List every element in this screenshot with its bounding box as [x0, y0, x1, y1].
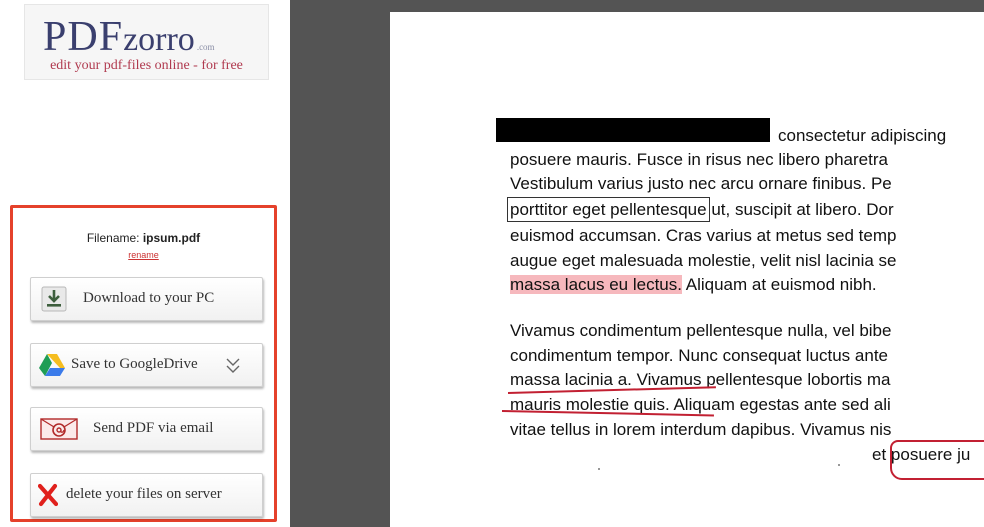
doc-p2-line2: condimentum tempor. Nunc consequat luctu… [510, 346, 888, 365]
pdf-viewer[interactable]: consectetur adipiscing posuere mauris. F… [290, 0, 984, 527]
doc-p2-line4-rest: Aliquam egestas ante sed ali [669, 395, 891, 414]
scan-speck [838, 464, 840, 466]
pdfzorro-logo[interactable]: PDFzorro .com edit your pdf-files online … [24, 4, 269, 80]
download-to-pc-button[interactable]: Download to your PC [30, 277, 263, 321]
logo-tagline: edit your pdf-files online - for free [50, 58, 243, 73]
email-button-label: Send PDF via email [93, 420, 214, 436]
red-x-icon [38, 483, 58, 507]
doc-p1-line3: Vestibulum varius justo nec arcu ornare … [510, 174, 892, 193]
download-arrow-icon [41, 286, 67, 312]
filename-line: Filename: ipsum.pdf [13, 231, 274, 245]
pen-circle-annotation[interactable] [890, 440, 984, 480]
email-envelope-icon [40, 418, 78, 440]
delete-files-on-server-button[interactable]: delete your files on server [30, 473, 263, 517]
doc-p1-line7-rest: Aliquam at euismod nibh. [681, 275, 877, 294]
sidebar: PDFzorro .com edit your pdf-files online … [0, 0, 290, 527]
drive-button-label: Save to GoogleDrive [71, 356, 198, 372]
doc-p2-line6-lead: et [872, 445, 891, 464]
doc-p1-line5: euismod accumsan. Cras varius at metus s… [510, 226, 897, 245]
redaction-box[interactable] [496, 118, 770, 142]
rename-link[interactable]: rename [13, 250, 274, 260]
doc-p1-line4-rest: ut, suscipit at libero. Dor [706, 200, 894, 219]
logo-wordmark: PDFzorro .com [43, 13, 215, 61]
doc-p1-line4: porttitor eget pellentesque ut, suscipit… [507, 197, 894, 222]
logo-zorro: zorro [123, 21, 195, 58]
doc-p1-line2: posuere mauris. Fusce in risus nec liber… [510, 150, 888, 169]
doc-p1-line6: augue eget malesuada molestie, velit nis… [510, 251, 897, 270]
boxed-annotation-text[interactable]: porttitor eget pellentesque [507, 197, 710, 222]
highlight-annotation-text[interactable]: massa lacus eu lectus. [510, 275, 682, 294]
scan-speck [598, 468, 600, 470]
delete-button-label: delete your files on server [66, 486, 222, 502]
pdf-page[interactable]: consectetur adipiscing posuere mauris. F… [390, 12, 984, 527]
doc-p2-line5: vitae tellus in lorem interdum dapibus. … [510, 420, 892, 439]
filename-value: ipsum.pdf [142, 231, 201, 245]
send-pdf-via-email-button[interactable]: Send PDF via email [30, 407, 263, 451]
save-to-googledrive-button[interactable]: Save to GoogleDrive [30, 343, 263, 387]
logo-com: .com [196, 42, 215, 52]
file-actions-panel: Filename: ipsum.pdf rename Download to y… [10, 205, 277, 522]
doc-p1-line7: massa lacus eu lectus. Aliquam at euismo… [510, 275, 877, 295]
google-drive-icon [39, 354, 65, 376]
filename-label: Filename: [86, 231, 140, 245]
doc-p1-line1: consectetur adipiscing [778, 126, 947, 145]
doc-p2-line1: Vivamus condimentum pellentesque nulla, … [510, 321, 892, 340]
logo-pdf: PDF [43, 14, 124, 60]
download-button-label: Download to your PC [83, 290, 215, 306]
chevron-double-down-icon[interactable] [226, 357, 240, 375]
